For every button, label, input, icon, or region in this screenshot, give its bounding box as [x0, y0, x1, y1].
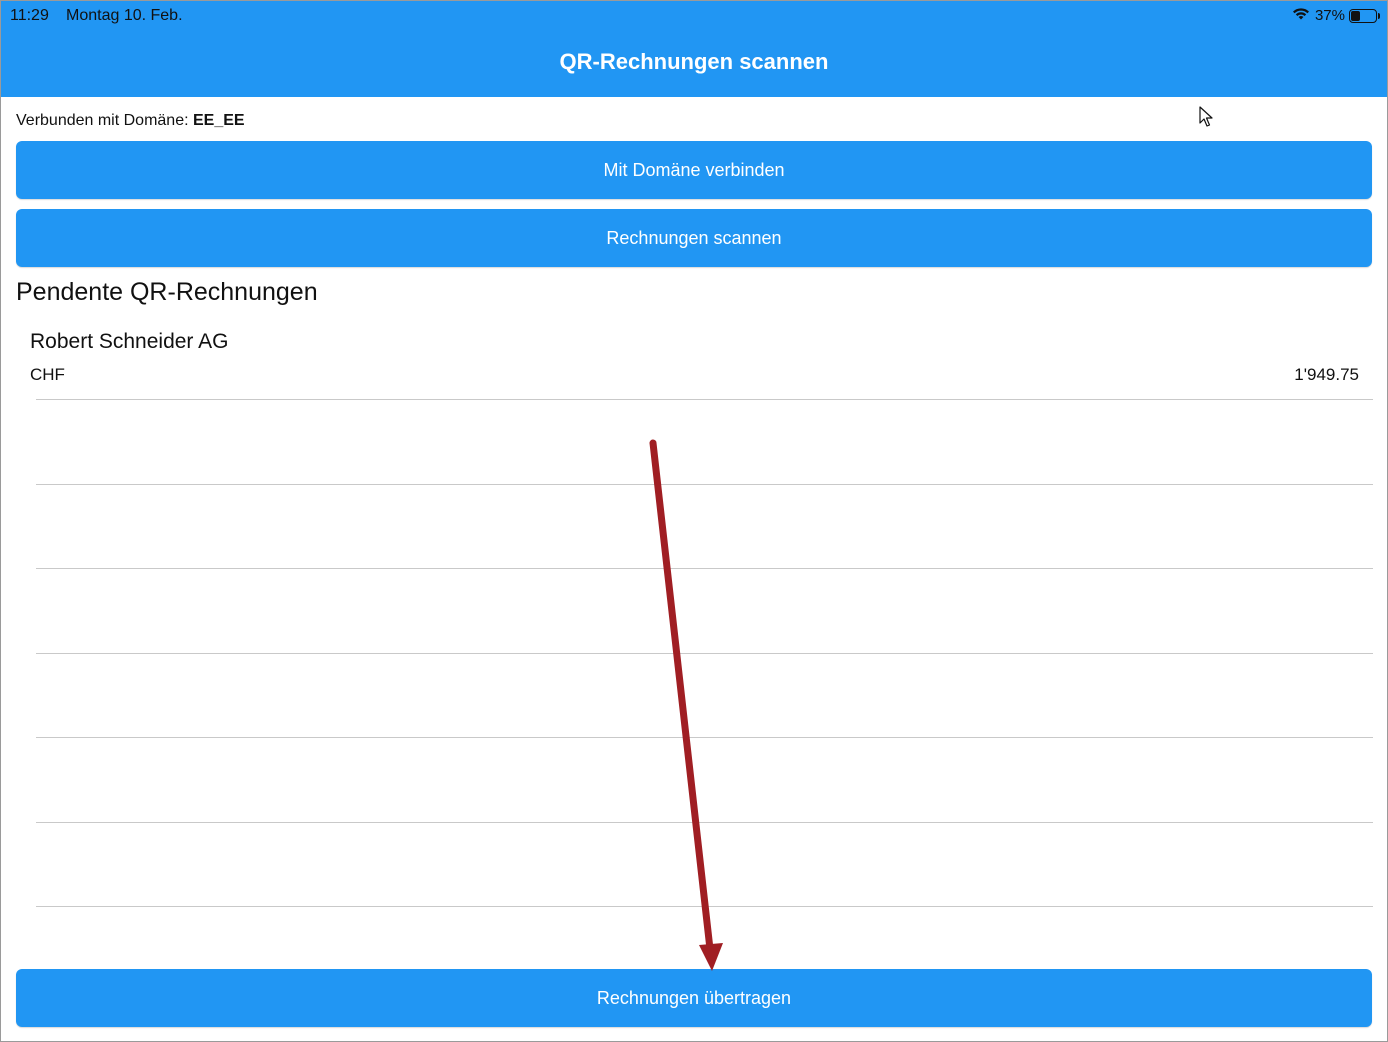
annotation-arrow	[649, 439, 723, 971]
mouse-cursor-icon	[1199, 106, 1215, 133]
app-window: 11:29 Montag 10. Feb. 37% QR-Rechnungen …	[0, 0, 1388, 1042]
